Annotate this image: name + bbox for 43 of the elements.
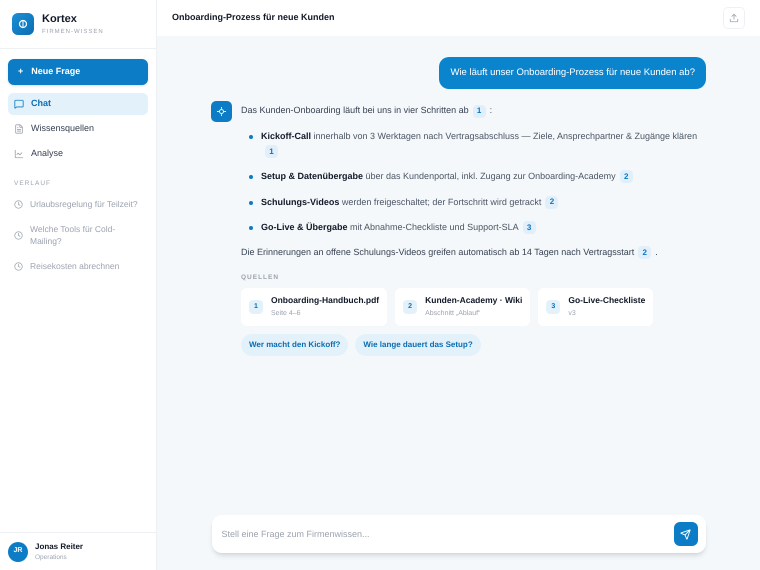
document-icon — [14, 124, 24, 134]
conversation-title: Onboarding-Prozess für neue Kunden — [172, 11, 335, 24]
history-item[interactable]: Reisekosten abrechnen — [8, 257, 148, 276]
punctuation: . — [655, 246, 658, 260]
clock-icon — [14, 230, 23, 240]
step-text: Go-Live & Übergabe mit Abnahme-Checkliste und Support-SLA — [261, 222, 519, 232]
citation-badge[interactable]: 2 — [545, 196, 558, 209]
logo-icon — [12, 13, 34, 35]
step-text: Kickoff-Call innerhalb von 3 Werktagen nach Vertragsabschluss — Ziele, Ansprechpartner & Zugänge klären — [261, 130, 698, 141]
line-chart-icon — [14, 149, 24, 159]
suggestion-chip[interactable]: Wer macht den Kickoff? — [241, 334, 348, 356]
new-question-button[interactable]: + Neue Frage — [8, 59, 148, 85]
step-text: Setup & Datenübergabe über das Kundenportal, inkl. Zugang zur Onboarding-Academy — [261, 171, 616, 182]
source-title: Kunden-Academy · Wiki — [425, 294, 522, 308]
history-item[interactable]: Urlaubsregelung für Teilzeit? — [8, 194, 148, 214]
suggestion-chip[interactable]: Wie lange dauert das Setup? — [355, 334, 481, 356]
answer-note: Die Erinnerungen an offene Schulungs-Videos greifen automatisch ab 14 Tagen nach Vertragsstart — [241, 246, 634, 260]
clock-icon — [14, 200, 23, 209]
citation-badge[interactable]: 1 — [472, 104, 486, 118]
clock-icon — [14, 262, 23, 271]
citation-badge[interactable]: 2 — [620, 170, 633, 184]
citation-badge[interactable]: 2 — [638, 246, 652, 260]
source-title: Go-Live-Checkliste — [568, 294, 646, 308]
send-button[interactable] — [674, 522, 698, 546]
user-name: Jonas Reiter — [35, 540, 84, 553]
citation-badge[interactable]: 3 — [522, 221, 536, 234]
source-title: Onboarding-Handbuch.pdf — [271, 294, 380, 308]
step-text: Schulungs-Videos werden freigeschaltet; der Fortschritt wird getrackt — [261, 196, 542, 207]
user-message: Wie läuft unser Onboarding-Prozess für neue Kunden ab? — [439, 57, 706, 90]
question-field[interactable]: Stell eine Frage zum Firmenwissen... — [212, 515, 706, 553]
nav-item[interactable]: Analyse — [8, 143, 148, 165]
punctuation: : — [490, 104, 492, 118]
brand-name: Kortex — [42, 12, 78, 28]
share-button[interactable] — [723, 7, 745, 29]
nav-item[interactable]: Chat — [8, 93, 148, 115]
citation-badge[interactable]: 1 — [265, 145, 278, 158]
share-icon — [729, 13, 739, 23]
nav-item[interactable]: Wissensquellen — [8, 118, 148, 140]
chat-bubble-icon — [14, 99, 24, 109]
history-item[interactable]: Welche Tools für Cold-Mailing? — [8, 220, 148, 251]
assistant-avatar-icon — [211, 101, 232, 122]
answer-intro: Das Kunden-Onboarding läuft bei uns in vier Schritten ab — [241, 104, 469, 118]
send-icon — [680, 528, 691, 540]
